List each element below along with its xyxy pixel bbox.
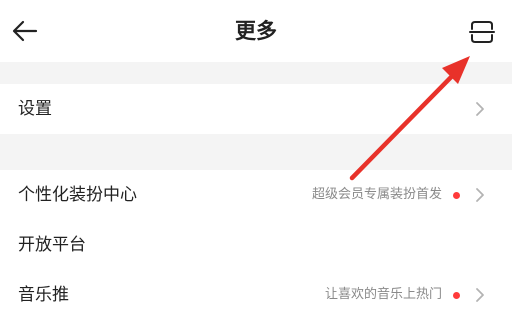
new-badge-dot: [453, 192, 460, 199]
list-item-subtitle: 让喜欢的音乐上热门: [324, 287, 442, 302]
list-item-open-platform[interactable]: 开放平台: [0, 220, 512, 270]
page-title: 更多: [235, 19, 277, 43]
settings-label: 设置: [18, 99, 52, 119]
chevron-right-icon: [476, 188, 484, 202]
list-item-label: 个性化装扮中心: [18, 185, 137, 205]
header-bar: 更多: [0, 0, 512, 62]
scan-icon: [469, 21, 495, 43]
settings-row[interactable]: 设置: [0, 84, 512, 134]
back-arrow-icon: [12, 20, 38, 42]
list-item-personalization[interactable]: 个性化装扮中心 超级会员专属装扮首发: [0, 170, 512, 220]
back-button[interactable]: [8, 14, 42, 48]
list-item-label: 音乐推: [18, 285, 69, 305]
list-item-subtitle: 超级会员专属装扮首发: [311, 187, 442, 202]
features-group: 个性化装扮中心 超级会员专属装扮首发 开放平台 音乐推 让喜欢的音乐上热门: [0, 170, 512, 315]
settings-group: 设置: [0, 84, 512, 134]
chevron-right-icon: [476, 288, 484, 302]
list-item-music-push[interactable]: 音乐推 让喜欢的音乐上热门: [0, 270, 512, 315]
more-page: 更多 设置 个性化装扮中心 超级会员专属装扮首发 开放平台 音乐推 让喜欢的音乐…: [0, 0, 512, 315]
new-badge-dot: [453, 292, 460, 299]
scan-button[interactable]: [464, 14, 500, 50]
chevron-right-icon: [476, 102, 484, 116]
list-item-label: 开放平台: [18, 235, 86, 255]
